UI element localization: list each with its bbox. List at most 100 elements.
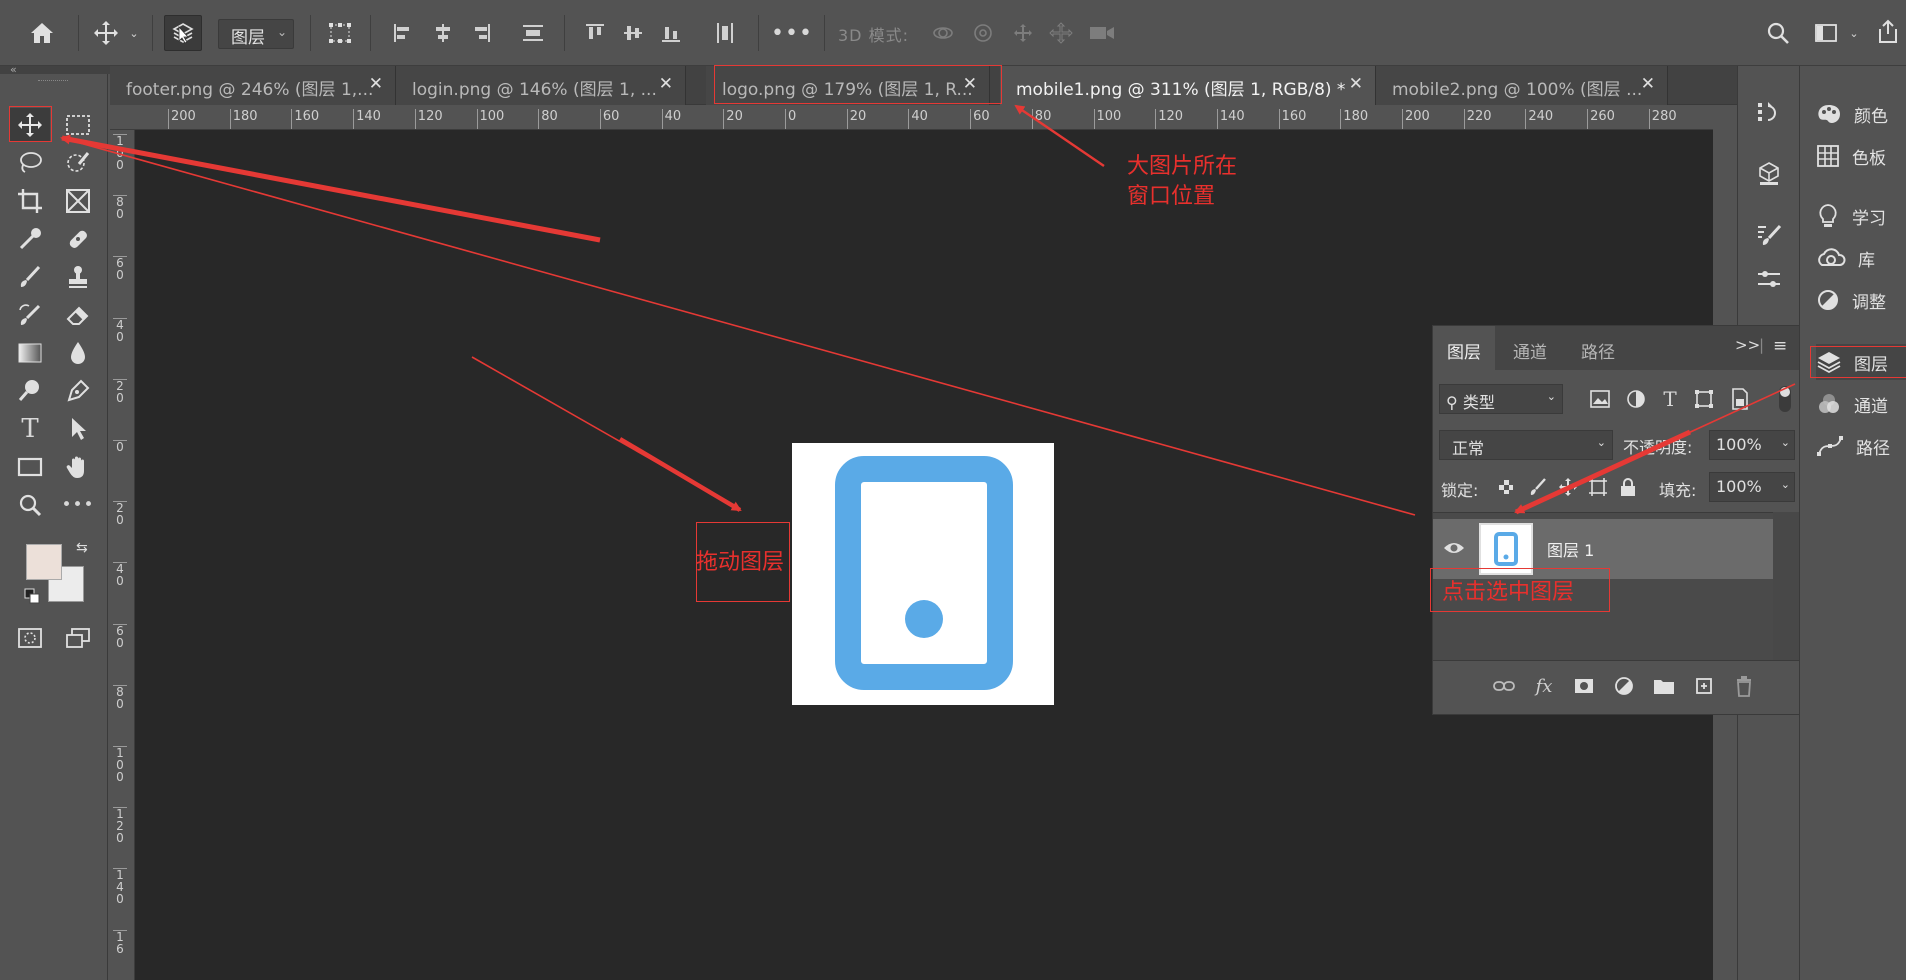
align-vcenter-icon[interactable] (618, 17, 648, 49)
close-icon[interactable]: ✕ (659, 74, 673, 94)
align-right-icon[interactable] (466, 17, 496, 49)
stamp-tool-icon[interactable] (58, 260, 98, 294)
tab-mobile2[interactable]: mobile2.png @ 100% (图层 ... ✕ (1376, 66, 1668, 105)
align-bottom-icon[interactable] (656, 17, 686, 49)
close-icon[interactable]: ✕ (1349, 74, 1363, 94)
distribute-v-icon[interactable] (710, 17, 740, 49)
panel-channels[interactable]: 通道 (1816, 386, 1906, 422)
panel-menu-icon[interactable]: ≡ (1773, 336, 1787, 356)
new-layer-icon[interactable] (1689, 671, 1719, 701)
fx-effects-icon[interactable]: fx (1529, 671, 1559, 701)
gradient-tool-icon[interactable] (10, 336, 50, 370)
adjustment-filter-icon[interactable] (1621, 384, 1651, 414)
eyedropper-tool-icon[interactable] (10, 222, 50, 256)
roll-3d-icon[interactable] (968, 17, 998, 49)
layers-scrollbar[interactable] (1773, 512, 1799, 660)
smart-object-filter-icon[interactable] (1725, 384, 1755, 414)
close-icon[interactable]: ✕ (369, 74, 383, 94)
lock-pixels-icon[interactable] (1525, 472, 1551, 502)
link-layers-icon[interactable] (1489, 671, 1519, 701)
new-group-folder-icon[interactable] (1649, 671, 1679, 701)
tab-footer[interactable]: footer.png @ 246% (图层 1,... ✕ (110, 66, 396, 105)
layer-name[interactable]: 图层 1 (1547, 537, 1594, 561)
healing-brush-tool-icon[interactable] (58, 222, 98, 256)
hand-tool-icon[interactable] (58, 450, 98, 484)
transform-controls-icon[interactable] (322, 17, 358, 49)
history-panel-icon[interactable] (1752, 96, 1786, 130)
brush-settings-icon[interactable] (1752, 218, 1786, 252)
edit-toolbar-icon[interactable]: ••• (58, 488, 98, 522)
blend-mode-dropdown[interactable]: 正常 ⌄ (1439, 430, 1613, 460)
tab-mobile1[interactable]: mobile1.png @ 311% (图层 1, RGB/8) * ✕ (1000, 66, 1376, 105)
marquee-tool-icon[interactable] (58, 108, 98, 142)
align-hcenter-icon[interactable] (428, 17, 458, 49)
lasso-tool-icon[interactable] (10, 146, 50, 180)
fill-input[interactable]: 100% ⌄ (1709, 472, 1795, 502)
screen-mode-icon[interactable] (58, 622, 98, 654)
shape-filter-icon[interactable] (1689, 384, 1719, 414)
3d-panel-icon[interactable] (1752, 156, 1786, 190)
foreground-color-swatch[interactable] (26, 544, 62, 580)
panel-libraries[interactable]: 库 (1816, 240, 1906, 276)
distribute-icon[interactable] (516, 17, 550, 49)
brush-tool-icon[interactable] (10, 260, 50, 294)
align-top-icon[interactable] (580, 17, 610, 49)
lock-all-icon[interactable] (1615, 472, 1641, 502)
type-filter-icon[interactable]: T (1655, 384, 1685, 414)
pen-tool-icon[interactable] (58, 374, 98, 408)
share-icon[interactable] (1872, 15, 1904, 49)
history-brush-tool-icon[interactable] (10, 298, 50, 332)
lock-artboard-icon[interactable] (1585, 472, 1611, 502)
type-tool-icon[interactable]: T (10, 412, 50, 446)
home-icon[interactable] (22, 17, 62, 49)
lock-transparent-icon[interactable] (1493, 472, 1519, 502)
panel-adjustments[interactable]: 调整 (1816, 282, 1906, 318)
zoom-tool-icon[interactable] (10, 488, 50, 522)
tab-channels[interactable]: 通道 (1499, 326, 1561, 370)
tab-layers[interactable]: 图层 (1433, 326, 1495, 370)
default-colors-icon[interactable] (24, 588, 40, 604)
document-image[interactable] (792, 443, 1054, 705)
expand-icon[interactable]: >> (1735, 336, 1760, 354)
slide-3d-icon[interactable] (1046, 17, 1076, 49)
camera-3d-icon[interactable] (1086, 17, 1118, 49)
blur-tool-icon[interactable] (58, 336, 98, 370)
swap-colors-icon[interactable]: ⇆ (76, 540, 88, 556)
new-adjustment-icon[interactable] (1609, 671, 1639, 701)
tab-login[interactable]: login.png @ 146% (图层 1, ... ✕ (396, 66, 686, 105)
quick-mask-icon[interactable] (10, 622, 50, 654)
path-selection-tool-icon[interactable] (58, 412, 98, 446)
crop-tool-icon[interactable] (10, 184, 50, 218)
quick-selection-tool-icon[interactable] (58, 146, 98, 180)
align-left-icon[interactable] (388, 17, 418, 49)
search-icon[interactable] (1762, 17, 1794, 49)
rectangle-tool-icon[interactable] (10, 450, 50, 484)
lock-position-icon[interactable] (1555, 472, 1581, 502)
panel-color[interactable]: 颜色 (1816, 96, 1906, 132)
panel-learn[interactable]: 学习 (1816, 198, 1906, 234)
tab-paths[interactable]: 路径 (1567, 326, 1629, 370)
more-icon[interactable]: ••• (771, 17, 812, 49)
auto-select-target-dropdown[interactable]: 图层 ⌄ (218, 19, 294, 49)
eraser-tool-icon[interactable] (58, 298, 98, 332)
add-mask-icon[interactable] (1569, 671, 1599, 701)
dodge-tool-icon[interactable] (10, 374, 50, 408)
filter-kind-dropdown[interactable]: ⚲ 类型 ⌄ (1439, 384, 1563, 414)
close-icon[interactable]: ✕ (1641, 74, 1655, 94)
delete-layer-icon[interactable] (1729, 671, 1759, 701)
pixel-filter-icon[interactable] (1585, 384, 1615, 414)
panel-swatches[interactable]: 色板 (1816, 138, 1906, 174)
properties-panel-icon[interactable] (1752, 262, 1786, 296)
filter-toggle[interactable] (1779, 386, 1791, 412)
opacity-input[interactable]: 100% ⌄ (1709, 430, 1795, 460)
orbit-3d-icon[interactable] (928, 17, 958, 49)
eye-visibility-icon[interactable] (1443, 535, 1469, 561)
move-icon[interactable] (88, 17, 124, 49)
workspace-icon[interactable] (1810, 17, 1842, 49)
frame-tool-icon[interactable] (58, 184, 98, 218)
panel-paths[interactable]: 路径 (1816, 428, 1906, 464)
chevron-down-icon[interactable]: ⌄ (126, 24, 142, 42)
auto-select-icon[interactable] (164, 15, 202, 51)
chevron-down-icon[interactable]: ⌄ (1846, 24, 1862, 42)
drag-3d-icon[interactable] (1008, 17, 1038, 49)
